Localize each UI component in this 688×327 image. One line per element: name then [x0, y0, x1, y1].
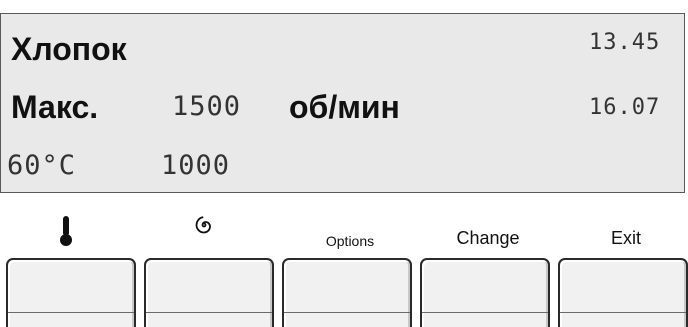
- spin-unit: об/мин: [289, 89, 400, 125]
- softkey-label-exit: Exit: [610, 228, 641, 248]
- softkey-labels: Options Change Exit: [0, 213, 688, 253]
- time-readout-top: 13.45: [589, 30, 661, 55]
- spin-speed-value: 1500: [172, 91, 242, 122]
- softkey-row: [6, 258, 688, 327]
- thermometer-icon: [60, 216, 72, 246]
- time-readout-second: 16.07: [589, 95, 661, 120]
- softkey-label-temperature: [6, 213, 142, 253]
- spin-button[interactable]: [144, 258, 274, 327]
- temperature-button[interactable]: [6, 258, 136, 327]
- program-name: Хлопок: [11, 31, 127, 67]
- softkey-label-change: Change: [456, 228, 520, 248]
- options-button[interactable]: [282, 258, 412, 327]
- temperature-value: 60°C: [7, 150, 77, 181]
- softkey-label-spin: [144, 213, 280, 253]
- change-button[interactable]: [420, 258, 550, 327]
- spin-prefix: Макс.: [11, 89, 99, 125]
- exit-button[interactable]: [558, 258, 688, 327]
- spin-small-value: 1000: [161, 150, 231, 181]
- spin-spiral-icon: [195, 216, 211, 234]
- lcd-display: Хлопок 13.45 Макс. 1500 об/мин 16.07 60°…: [0, 13, 685, 193]
- softkey-label-options: Options: [325, 233, 375, 249]
